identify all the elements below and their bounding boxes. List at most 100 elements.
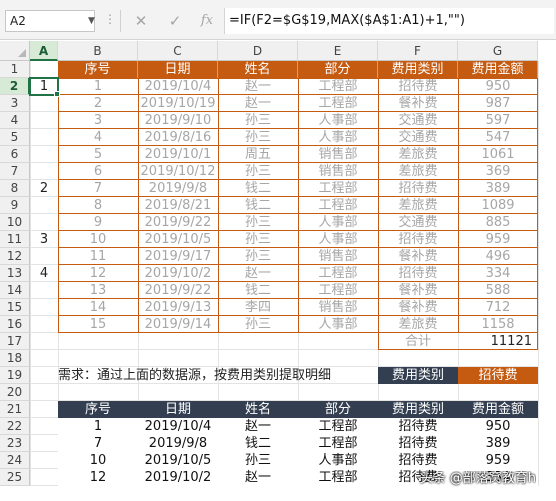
name-box[interactable]: A2 ▼ [5,10,95,32]
row-header-17[interactable]: 17 [0,333,30,350]
column-header-c[interactable]: C [138,41,218,61]
result-data-cell[interactable]: 389 [458,435,538,452]
helper-index-cell[interactable] [30,197,58,214]
chevron-down-icon[interactable]: ▼ [88,11,95,31]
result-data-cell[interactable]: 人事部 [298,452,378,469]
result-data-cell[interactable]: 赵一 [218,469,298,486]
helper-index-cell[interactable] [30,248,58,265]
row-header-14[interactable]: 14 [0,282,30,299]
result-data-cell[interactable]: 7 [58,435,138,452]
total-value[interactable]: 11121 [458,333,532,350]
insert-function-icon[interactable]: fx [196,10,218,32]
row-header-21[interactable]: 21 [0,401,30,418]
helper-index-cell[interactable] [30,316,58,333]
formula-input[interactable]: =IF(F2=$G$19,MAX($A$1:A1)+1,"") [224,8,554,34]
source-header-cell[interactable]: 部分 [298,61,378,78]
column-header-a[interactable]: A [30,41,58,61]
row-header-11[interactable]: 11 [0,231,30,248]
result-data-cell[interactable]: 2019/10/4 [138,418,218,435]
row-header-25[interactable]: 25 [0,469,30,486]
result-header-cell[interactable]: 姓名 [218,401,298,418]
row-header-6[interactable]: 6 [0,146,30,163]
data-border [138,78,139,333]
drag-handle-icon[interactable]: ⋮ [104,12,117,26]
helper-index-cell[interactable]: 2 [30,180,58,197]
row-header-13[interactable]: 13 [0,265,30,282]
row-header-2[interactable]: 2 [0,78,30,95]
result-data-cell[interactable]: 招待费 [378,452,458,469]
column-header-e[interactable]: E [298,41,378,61]
result-data-cell[interactable]: 10 [58,452,138,469]
result-data-cell[interactable]: 950 [458,418,538,435]
result-data-cell[interactable]: 2019/10/2 [138,469,218,486]
row-header-8[interactable]: 8 [0,180,30,197]
source-header-cell[interactable]: 序号 [58,61,138,78]
helper-index-cell[interactable]: 3 [30,231,58,248]
filter-label[interactable]: 费用类别 [378,367,458,384]
result-data-cell[interactable]: 2019/10/5 [138,452,218,469]
row-header-24[interactable]: 24 [0,452,30,469]
select-all-corner[interactable] [0,41,30,61]
row-header-15[interactable]: 15 [0,299,30,316]
result-data-cell[interactable]: 工程部 [298,469,378,486]
helper-index-cell[interactable] [30,95,58,112]
result-data-cell[interactable]: 招待费 [378,418,458,435]
requirement-text[interactable]: 需求：通过上面的数据源，按费用类别提取明细 [58,367,358,384]
helper-index-cell[interactable] [30,146,58,163]
row-header-22[interactable]: 22 [0,418,30,435]
column-header-b[interactable]: B [58,41,138,61]
row-header-12[interactable]: 12 [0,248,30,265]
column-header-d[interactable]: D [218,41,298,61]
cancel-icon[interactable]: ✕ [130,10,152,32]
result-header-cell[interactable]: 序号 [58,401,138,418]
row-header-19[interactable]: 19 [0,367,30,384]
result-data-cell[interactable]: 959 [458,452,538,469]
result-data-cell[interactable]: 12 [58,469,138,486]
data-border [458,78,459,333]
row-header-20[interactable]: 20 [0,384,30,401]
name-box-value: A2 [10,14,26,28]
row-header-5[interactable]: 5 [0,129,30,146]
gridline [538,61,539,486]
result-header-cell[interactable]: 日期 [138,401,218,418]
result-header-cell[interactable]: 费用金额 [458,401,538,418]
row-header-3[interactable]: 3 [0,95,30,112]
result-data-cell[interactable]: 招待费 [378,435,458,452]
helper-index-cell[interactable] [30,129,58,146]
row-header-4[interactable]: 4 [0,112,30,129]
row-header-10[interactable]: 10 [0,214,30,231]
helper-index-cell[interactable] [30,112,58,129]
result-header-cell[interactable]: 部分 [298,401,378,418]
result-data-cell[interactable]: 2019/9/8 [138,435,218,452]
helper-index-cell[interactable] [30,282,58,299]
result-data-cell[interactable]: 赵一 [218,418,298,435]
result-data-cell[interactable]: 孙三 [218,452,298,469]
row-header-18[interactable]: 18 [0,350,30,367]
divider [120,10,121,32]
result-header-cell[interactable]: 费用类别 [378,401,458,418]
helper-index-cell[interactable] [30,163,58,180]
filter-value[interactable]: 招待费 [458,367,538,384]
column-header-f[interactable]: F [378,41,458,61]
source-header-cell[interactable]: 姓名 [218,61,298,78]
helper-index-cell[interactable] [30,299,58,316]
data-border [218,78,219,333]
source-header-cell[interactable]: 费用金额 [458,61,538,78]
row-header-1[interactable]: 1 [0,61,30,78]
result-data-cell[interactable]: 钱二 [218,435,298,452]
source-header-cell[interactable]: 日期 [138,61,218,78]
total-label[interactable]: 合计 [378,333,458,350]
result-data-cell[interactable]: 1 [58,418,138,435]
row-header-7[interactable]: 7 [0,163,30,180]
row-header-16[interactable]: 16 [0,316,30,333]
source-header-cell[interactable]: 费用类别 [378,61,458,78]
result-data-cell[interactable]: 工程部 [298,418,378,435]
column-header-g[interactable]: G [458,41,538,61]
result-data-cell[interactable]: 工程部 [298,435,378,452]
helper-index-cell[interactable] [30,214,58,231]
enter-icon[interactable]: ✓ [164,10,186,32]
row-header-9[interactable]: 9 [0,197,30,214]
row-header-23[interactable]: 23 [0,435,30,452]
helper-index-cell[interactable]: 4 [30,265,58,282]
fill-handle[interactable] [54,91,60,97]
